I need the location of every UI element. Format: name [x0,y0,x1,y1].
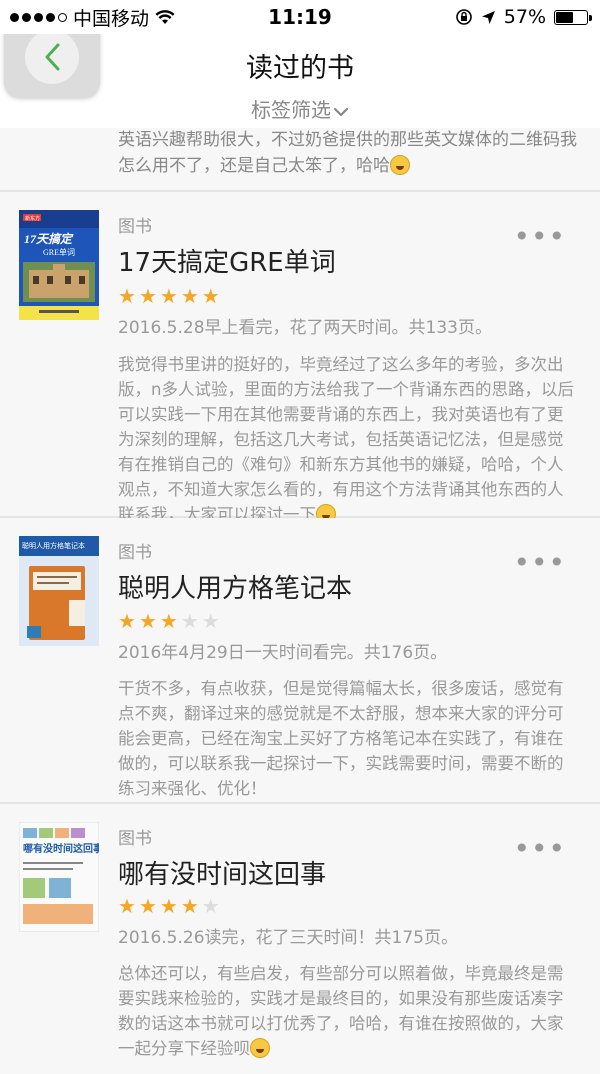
status-right: 57% [455,6,600,28]
reading-meta: 2016.5.28早上看完，花了两天时间。共133页。 [118,318,492,338]
star-icon: ★ [138,894,157,918]
review-body: 总体还可以，有些启发，有些部分可以照着做，毕竟最终是需要实践来检验的，实践才是最… [118,964,564,1058]
page-title: 读过的书 [246,53,354,84]
review-text: 我觉得书里讲的挺好的，毕竟经过了这么多年的考验，多次出版，n多人试验，里面的方法… [118,352,578,527]
star-icon: ★ [138,284,157,308]
more-options-button[interactable]: ••• [513,549,566,577]
star-icon: ★ [180,894,199,918]
book-card[interactable]: 聪明人用方格笔记本 图书 ••• 聪明人用方格笔记本 ★ ★ ★ ★ ★ 2016年4月… [0,518,600,804]
cover-notebook-illustration: 聪明人用方格笔记本 [19,536,99,646]
status-left: 中国移动 [0,4,175,31]
cover-gre-illustration: 新东方 17天搞定 GRE单词 [19,210,99,320]
book-cover-image: 新东方 17天搞定 GRE单词 [19,210,99,320]
star-icon: ★ [201,609,220,633]
cover-subtitle: GRE单词 [43,247,75,257]
book-title: 聪明人用方格笔记本 [118,574,353,604]
location-arrow-icon [481,10,495,24]
chevron-down-icon [333,107,349,116]
rating-stars: ★ ★ ★ ★ ★ [118,896,220,916]
cover-title: 17天搞定 [24,232,74,246]
star-icon: ★ [201,284,220,308]
star-icon: ★ [118,284,136,308]
rating-stars: ★ ★ ★ ★ ★ [118,286,220,306]
more-options-button[interactable]: ••• [513,223,566,251]
book-category: 图书 [118,829,152,849]
book-card[interactable]: 新东方 17天搞定 GRE单词 图书 ••• 17天搞定GRE单词 ★ ★ ★ ★ ★ … [0,192,600,524]
star-icon: ★ [118,894,136,918]
carrier-label: 中国移动 [73,7,150,30]
book-cover-image: 聪明人用方格笔记本 [19,536,99,646]
grin-emoji-icon [250,1038,270,1058]
star-icon: ★ [201,894,220,918]
tag-filter-label: 标签筛选 [251,98,331,122]
star-icon: ★ [159,894,178,918]
star-icon: ★ [180,284,199,308]
rating-stars: ★ ★ ★ ★ ★ [118,611,220,631]
star-icon: ★ [138,609,157,633]
nav-header: 读过的书 标签筛选 [0,16,600,128]
book-list: 英语兴趣帮助很大，不过奶爸提供的那些英文媒体的二维码我怎么用不了，还是自己太笨了… [0,128,600,1074]
book-title: 哪有没时间这回事 [118,860,327,890]
book-title: 17天搞定GRE单词 [118,248,336,278]
star-icon: ★ [118,609,136,633]
tag-filter-dropdown[interactable]: 标签筛选 [0,94,600,123]
rotation-lock-icon [455,9,472,25]
grin-emoji-icon [390,155,410,175]
review-text: 干货不多，有点收获，但是觉得篇幅太长，很多废话，感觉有点不爽，翻译过来的感觉就是… [118,676,578,801]
cover-logo: 新东方 [25,215,40,222]
book-cover-image: 哪有没时间这回事 [18,821,103,933]
battery-fill [556,11,574,23]
cover-title: 聪明人用方格笔记本 [22,541,85,550]
review-body: 干货不多，有点收获，但是觉得篇幅太长，很多废话，感觉有点不爽，翻译过来的感觉就是… [118,679,564,798]
book-category: 图书 [118,217,152,237]
star-icon: ★ [159,609,178,633]
book-card[interactable]: 哪有没时间这回事 图书 ••• 哪有没时间这回事 ★ ★ ★ ★ ★ 2016.5.26… [0,804,600,1074]
book-category: 图书 [118,543,152,563]
partial-review-text: 英语兴趣帮助很大，不过奶爸提供的那些英文媒体的二维码我怎么用不了，还是自己太笨了… [118,128,580,179]
battery-percent: 57% [503,6,546,28]
status-bar: 中国移动 11:19 57% [0,0,600,34]
wifi-icon [155,9,175,24]
star-icon: ★ [180,609,199,633]
list-item-partial[interactable]: 英语兴趣帮助很大，不过奶爸提供的那些英文媒体的二维码我怎么用不了，还是自己太笨了… [0,128,600,190]
signal-strength-icon [10,12,67,22]
star-icon: ★ [159,284,178,308]
reading-meta: 2016年4月29日一天时间看完。共176页。 [118,643,448,663]
review-text: 总体还可以，有些启发，有些部分可以照着做，毕竟最终是需要实践来检验的，实践才是最… [118,961,578,1061]
partial-review-body: 英语兴趣帮助很大，不过奶爸提供的那些英文媒体的二维码我怎么用不了，还是自己太笨了… [118,130,577,176]
review-body: 我觉得书里讲的挺好的，毕竟经过了这么多年的考验，多次出版，n多人试验，里面的方法… [118,355,574,524]
battery-icon [554,9,592,25]
more-options-button[interactable]: ••• [513,835,566,863]
cover-title: 哪有没时间这回事 [23,842,99,855]
cover-time-illustration: 哪有没时间这回事 [18,821,103,933]
reading-meta: 2016.5.26读完，花了三天时间！共175页。 [118,928,458,948]
